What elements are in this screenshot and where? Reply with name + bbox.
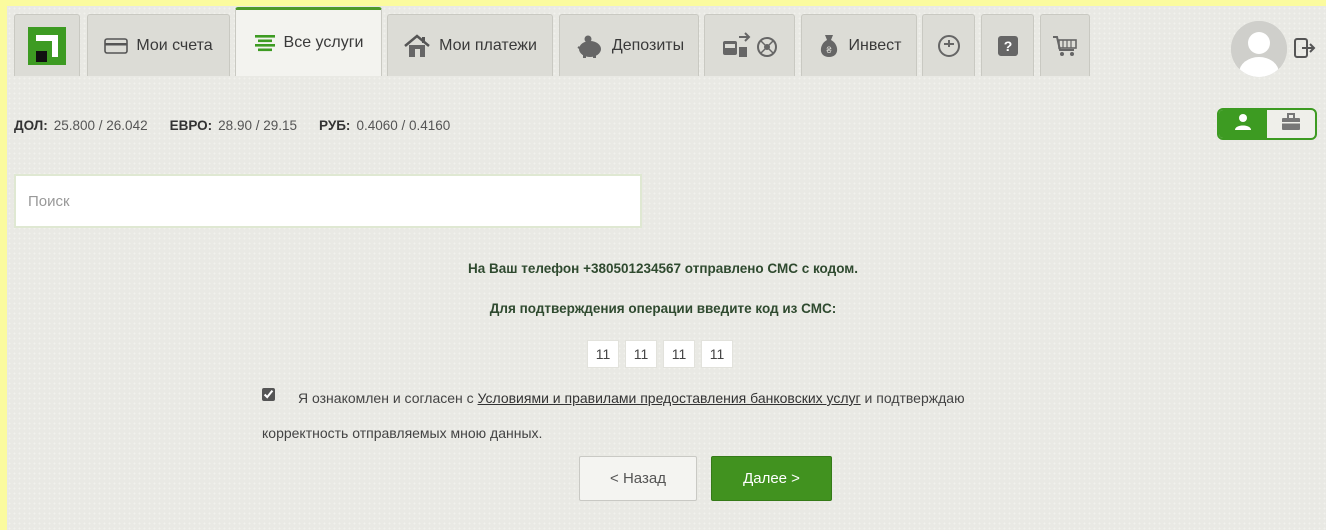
list-icon: [254, 34, 276, 52]
sms-code-digit[interactable]: 11: [663, 340, 695, 368]
privatbank-logo-icon: [28, 26, 66, 65]
help-icon: ?: [997, 35, 1019, 57]
sms-code-digit[interactable]: 11: [587, 340, 619, 368]
cart-icon: [1052, 34, 1078, 58]
agreement-text-line2: корректность отправляемых мною данных.: [262, 425, 543, 441]
piggy-bank-icon: [574, 34, 604, 58]
rate-eur: ЕВРО: 28.90 / 29.15: [169, 118, 297, 133]
personal-account-button[interactable]: [1219, 110, 1267, 138]
tab-my-payments[interactable]: Мои платежи: [387, 14, 553, 76]
logout-icon[interactable]: [1294, 38, 1316, 63]
money-bag-icon: ₴: [817, 33, 841, 59]
tab-label: Все услуги: [283, 34, 364, 51]
tab-travel[interactable]: [704, 14, 795, 76]
tab-history[interactable]: [922, 14, 975, 76]
tab-deposits[interactable]: Депозиты: [559, 14, 699, 76]
sms-code-digit[interactable]: 11: [701, 340, 733, 368]
home-icon: [403, 33, 431, 58]
tab-label: Инвест: [848, 36, 902, 54]
briefcase-icon: [1281, 112, 1301, 136]
account-type-toggle[interactable]: [1217, 108, 1317, 140]
svg-text:?: ?: [1003, 38, 1012, 54]
next-button[interactable]: Далее >: [711, 456, 832, 501]
tab-label: Депозиты: [611, 36, 685, 54]
user-avatar[interactable]: [1231, 21, 1287, 77]
agreement-text: Я ознакомлен и согласен с Условиями и пр…: [298, 390, 965, 406]
tab-cart[interactable]: [1040, 14, 1090, 76]
sms-code-prompt: Для подтверждения операции введите код и…: [489, 301, 837, 316]
sms-code-digit[interactable]: 11: [625, 340, 657, 368]
tab-label: Мои счета: [136, 36, 213, 54]
agreement-checkbox[interactable]: [262, 388, 275, 401]
history-icon: [936, 33, 962, 59]
exchange-rates: ДОЛ: 25.800 / 26.042 ЕВРО: 28.90 / 29.15 Р…: [14, 118, 450, 133]
home-logo-tab[interactable]: [14, 14, 80, 76]
card-icon: [104, 37, 129, 55]
business-account-button[interactable]: [1267, 110, 1315, 138]
person-icon: [1234, 113, 1252, 136]
rate-rub: РУБ: 0.4060 / 0.4160: [319, 118, 451, 133]
tab-help[interactable]: ?: [981, 14, 1034, 76]
rate-usd: ДОЛ: 25.800 / 26.042: [14, 118, 148, 133]
terms-link[interactable]: Условиями и правилами предоставления бан…: [478, 390, 861, 406]
sms-sent-message: На Ваш телефон +380501234567 отправлено …: [467, 261, 859, 276]
svg-text:₴: ₴: [826, 45, 831, 55]
tab-my-accounts[interactable]: Мои счета: [87, 14, 230, 76]
tab-all-services[interactable]: Все услуги: [235, 7, 382, 76]
travel-icon: [721, 31, 779, 61]
back-button[interactable]: < Назад: [579, 456, 697, 501]
search-input[interactable]: [14, 174, 642, 228]
sms-code-inputs: 11 11 11 11: [587, 340, 733, 368]
tab-invest[interactable]: ₴ Инвест: [801, 14, 917, 76]
tab-label: Мои платежи: [439, 36, 537, 54]
